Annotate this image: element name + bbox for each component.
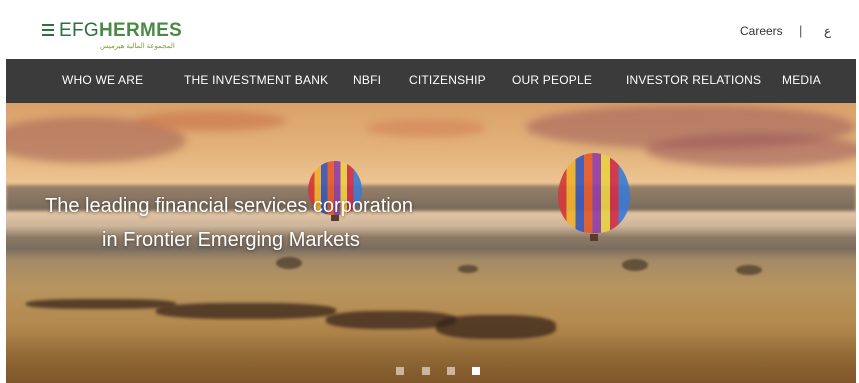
header-separator: |	[799, 23, 803, 38]
hero-headline-line1: The leading financial services corporati…	[45, 195, 413, 217]
page-frame: EFGHERMES المجموعة المالية هيرميس Career…	[6, 9, 856, 383]
herd	[156, 303, 336, 319]
cloud	[136, 111, 286, 131]
main-nav: WHO WE ARE THE INVESTMENT BANK NBFI CITI…	[6, 59, 856, 103]
logo-arabic-subtitle: المجموعة المالية هيرميس	[100, 43, 175, 50]
logo-wordmark: EFGHERMES	[59, 21, 182, 41]
herd	[26, 299, 176, 309]
tree	[458, 265, 478, 273]
nav-who-we-are[interactable]: WHO WE ARE	[62, 73, 143, 87]
site-header: EFGHERMES المجموعة المالية هيرميس Career…	[6, 9, 856, 59]
nav-media[interactable]: MEDIA	[782, 73, 821, 87]
careers-link[interactable]: Careers	[740, 24, 783, 38]
logo-hermes: HERMES	[98, 20, 183, 41]
arabic-language-link[interactable]: ع	[824, 24, 831, 38]
hero-slider[interactable]: The leading financial services corporati…	[6, 103, 856, 383]
tree	[622, 259, 648, 271]
slider-dot-2[interactable]	[422, 367, 430, 375]
slider-dot-3[interactable]	[447, 367, 455, 375]
cloud	[366, 119, 486, 137]
nav-nbfi[interactable]: NBFI	[353, 73, 381, 87]
logo-efg: EFG	[59, 20, 99, 41]
hero-headline-line2: in Frontier Emerging Markets	[102, 229, 360, 251]
nav-investment-bank[interactable]: THE INVESTMENT BANK	[184, 73, 328, 87]
tree	[736, 265, 762, 275]
cloud	[646, 133, 856, 167]
tree	[276, 257, 302, 269]
slider-dot-4[interactable]	[472, 367, 480, 375]
balloon-basket	[590, 234, 598, 241]
menu-lines-icon	[42, 24, 54, 36]
nav-our-people[interactable]: OUR PEOPLE	[512, 73, 592, 87]
hot-air-balloon	[558, 153, 630, 233]
nav-investor-relations[interactable]: INVESTOR RELATIONS	[626, 73, 761, 87]
nav-citizenship[interactable]: CITIZENSHIP	[409, 73, 486, 87]
slider-dot-1[interactable]	[396, 367, 404, 375]
grass	[6, 335, 856, 383]
